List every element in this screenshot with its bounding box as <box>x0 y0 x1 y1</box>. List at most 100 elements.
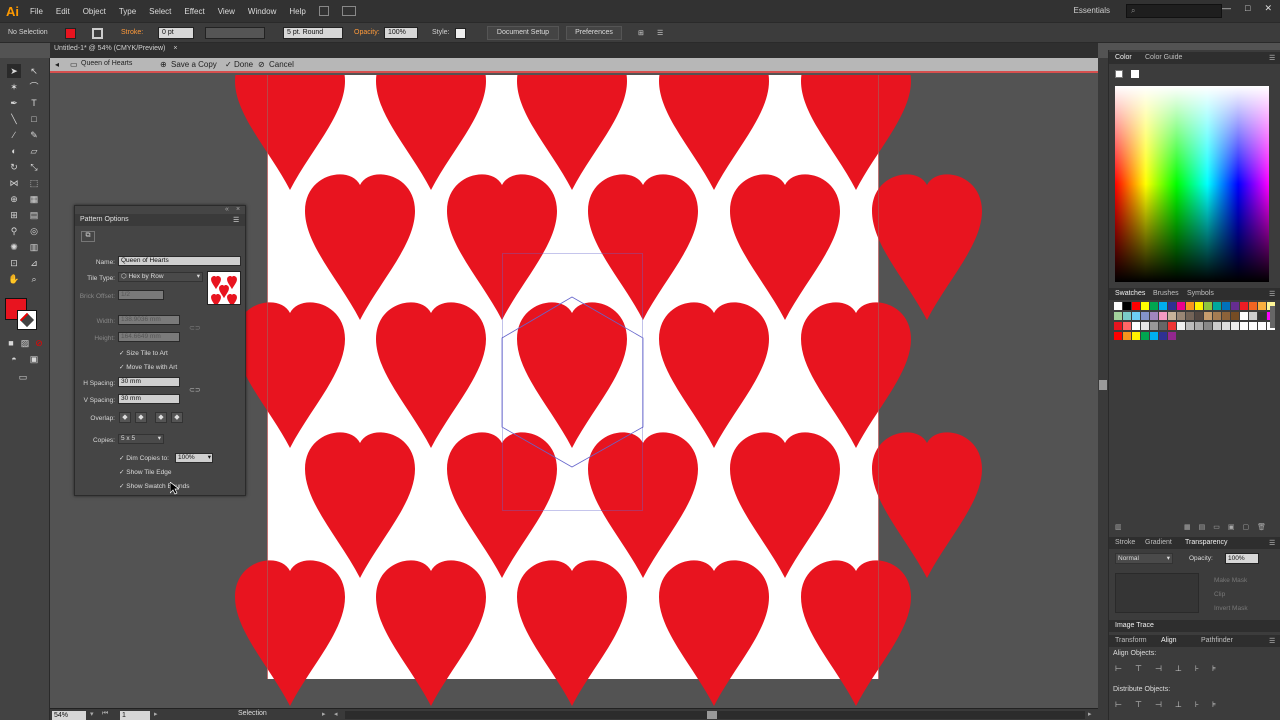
swatch-chip[interactable] <box>1159 302 1167 310</box>
menu-select[interactable]: Select <box>149 7 171 16</box>
arrange-documents-icon[interactable] <box>341 6 356 16</box>
graphic-style-swatch[interactable] <box>455 28 466 39</box>
width-field[interactable]: 138.9036 mm <box>118 315 180 325</box>
swatch-chip[interactable] <box>1168 312 1176 320</box>
tab-color[interactable]: Color <box>1115 54 1132 61</box>
v-spacing-field[interactable]: 30 mm <box>118 394 180 404</box>
swatch-chip[interactable] <box>1168 302 1176 310</box>
swatch-chip[interactable] <box>1168 322 1176 330</box>
distribute-objects-buttons[interactable]: ⊢⊤⊣⊥⊦⊧ <box>1115 700 1275 712</box>
line-tool-icon[interactable]: ╲ <box>7 112 21 126</box>
fill-swatch[interactable] <box>65 28 76 39</box>
swatch-libraries-icon[interactable]: ▥ <box>1115 523 1122 531</box>
panel-menu-icon[interactable]: ☰ <box>1269 637 1275 645</box>
overlap-bottom-in-front-icon[interactable]: ◆ <box>171 412 183 423</box>
tab-transform[interactable]: Transform <box>1115 637 1147 644</box>
swatch-chip[interactable] <box>1249 312 1257 320</box>
swatch-chip[interactable] <box>1168 332 1176 340</box>
tab-image-trace[interactable]: Image Trace <box>1115 622 1154 629</box>
scale-tool-icon[interactable]: ⤡ <box>27 160 41 174</box>
search-input[interactable]: ⌕ <box>1126 4 1222 18</box>
hand-tool-icon[interactable]: ✋ <box>7 272 21 286</box>
none-mode-icon[interactable]: ⊘ <box>32 336 46 350</box>
swatch-chip[interactable] <box>1150 312 1158 320</box>
dim-copies-field[interactable]: 100% ▾ <box>175 453 213 463</box>
align-objects-buttons[interactable]: ⊢⊤⊣⊥⊦⊧ <box>1115 664 1275 676</box>
menu-effect[interactable]: Effect <box>184 7 204 16</box>
swatch-chip[interactable] <box>1195 302 1203 310</box>
swatch-chip[interactable] <box>1141 312 1149 320</box>
zoom-dropdown-icon[interactable]: ▾ <box>90 710 94 718</box>
document-setup-button[interactable]: Document Setup <box>487 26 559 40</box>
mesh-tool-icon[interactable]: ⊞ <box>7 208 21 222</box>
blend-tool-icon[interactable]: ◎ <box>27 224 41 238</box>
paintbrush-tool-icon[interactable]: ∕ <box>7 128 21 142</box>
magic-wand-tool-icon[interactable]: ✶ <box>7 80 21 94</box>
swatch-chip[interactable] <box>1141 332 1149 340</box>
swatch-chip[interactable] <box>1258 312 1266 320</box>
pattern-options-title-bar[interactable]: Pattern Options ☰ <box>75 214 245 226</box>
next-artboard-icon[interactable]: ▸ <box>154 710 158 718</box>
swatch-actions-icon[interactable]: ▦▤▭▣▢🗑 <box>1184 523 1274 531</box>
pattern-tile-tool-icon[interactable]: ⧉ <box>81 231 95 242</box>
swatch-chip[interactable] <box>1114 332 1122 340</box>
swatch-chip[interactable] <box>1123 312 1131 320</box>
tab-stroke[interactable]: Stroke <box>1115 539 1135 546</box>
swatch-chip[interactable] <box>1222 312 1230 320</box>
swatch-chip[interactable] <box>1150 332 1158 340</box>
menu-object[interactable]: Object <box>83 7 106 16</box>
dim-copies-checkbox[interactable]: ✓ Dim Copies to: <box>119 454 169 462</box>
width-tool-icon[interactable]: ⋈ <box>7 176 21 190</box>
align-to-icon[interactable]: ⊞ <box>638 29 644 37</box>
clip-checkbox[interactable]: Clip <box>1214 591 1225 598</box>
save-copy-button[interactable]: Save a Copy <box>171 60 217 69</box>
swatch-chip[interactable] <box>1195 322 1203 330</box>
swatch-chip[interactable] <box>1204 302 1212 310</box>
swatch-chip[interactable] <box>1222 322 1230 330</box>
panel-menu-icon[interactable]: ☰ <box>657 29 663 37</box>
swatch-grid[interactable] <box>1114 302 1275 364</box>
swatch-chip[interactable] <box>1132 312 1140 320</box>
color-spectrum[interactable] <box>1115 86 1269 282</box>
swatch-chip[interactable] <box>1213 322 1221 330</box>
swatch-chip[interactable] <box>1123 302 1131 310</box>
panel-menu-icon[interactable]: ☰ <box>1269 539 1275 547</box>
bridge-icon[interactable] <box>318 6 329 16</box>
free-transform-tool-icon[interactable]: ⬚ <box>27 176 41 190</box>
tab-swatches[interactable]: Swatches <box>1115 290 1145 297</box>
rotate-tool-icon[interactable]: ↻ <box>7 160 21 174</box>
h-spacing-field[interactable]: 30 mm <box>118 377 180 387</box>
swatch-chip[interactable] <box>1114 312 1122 320</box>
show-tile-edge-checkbox[interactable]: ✓ Show Tile Edge <box>119 468 171 476</box>
swatch-chip[interactable] <box>1213 302 1221 310</box>
swatch-chip[interactable] <box>1204 322 1212 330</box>
link-spacing-icon[interactable]: ⊂⊃ <box>189 386 201 394</box>
zoom-field[interactable]: 54% <box>52 711 86 720</box>
slice-tool-icon[interactable]: ⊿ <box>27 256 41 270</box>
vertical-scroll-thumb[interactable] <box>1099 380 1107 390</box>
swatch-chip[interactable] <box>1177 322 1185 330</box>
blob-brush-tool-icon[interactable]: ◐ <box>7 144 21 158</box>
type-tool-icon[interactable]: T <box>27 96 41 110</box>
tab-align[interactable]: Align <box>1161 637 1177 644</box>
none-color-icon[interactable] <box>1115 70 1123 78</box>
swatch-chip[interactable] <box>1222 302 1230 310</box>
shape-builder-tool-icon[interactable]: ⊕ <box>7 192 21 206</box>
swatch-chip[interactable] <box>1123 322 1131 330</box>
perspective-grid-tool-icon[interactable]: ▦ <box>27 192 41 206</box>
document-tab[interactable]: Untitled-1* @ 54% (CMYK/Preview) × <box>54 45 177 52</box>
status-menu-icon[interactable]: ▸ <box>322 710 326 718</box>
variable-width-profile[interactable] <box>205 27 265 39</box>
swatch-chip[interactable] <box>1186 302 1194 310</box>
move-tile-with-art-checkbox[interactable]: ✓ Move Tile with Art <box>119 363 177 371</box>
swatch-chip[interactable] <box>1114 302 1122 310</box>
menu-help[interactable]: Help <box>289 7 305 16</box>
white-color-chip[interactable] <box>1131 70 1139 78</box>
swatch-chip[interactable] <box>1159 332 1167 340</box>
swatch-chip[interactable] <box>1258 322 1266 330</box>
scroll-right-icon[interactable]: ▸ <box>1088 710 1092 718</box>
swatch-chip[interactable] <box>1132 332 1140 340</box>
stroke-color-box[interactable] <box>17 310 37 330</box>
swatch-chip[interactable] <box>1177 302 1185 310</box>
symbol-sprayer-tool-icon[interactable]: ✺ <box>7 240 21 254</box>
